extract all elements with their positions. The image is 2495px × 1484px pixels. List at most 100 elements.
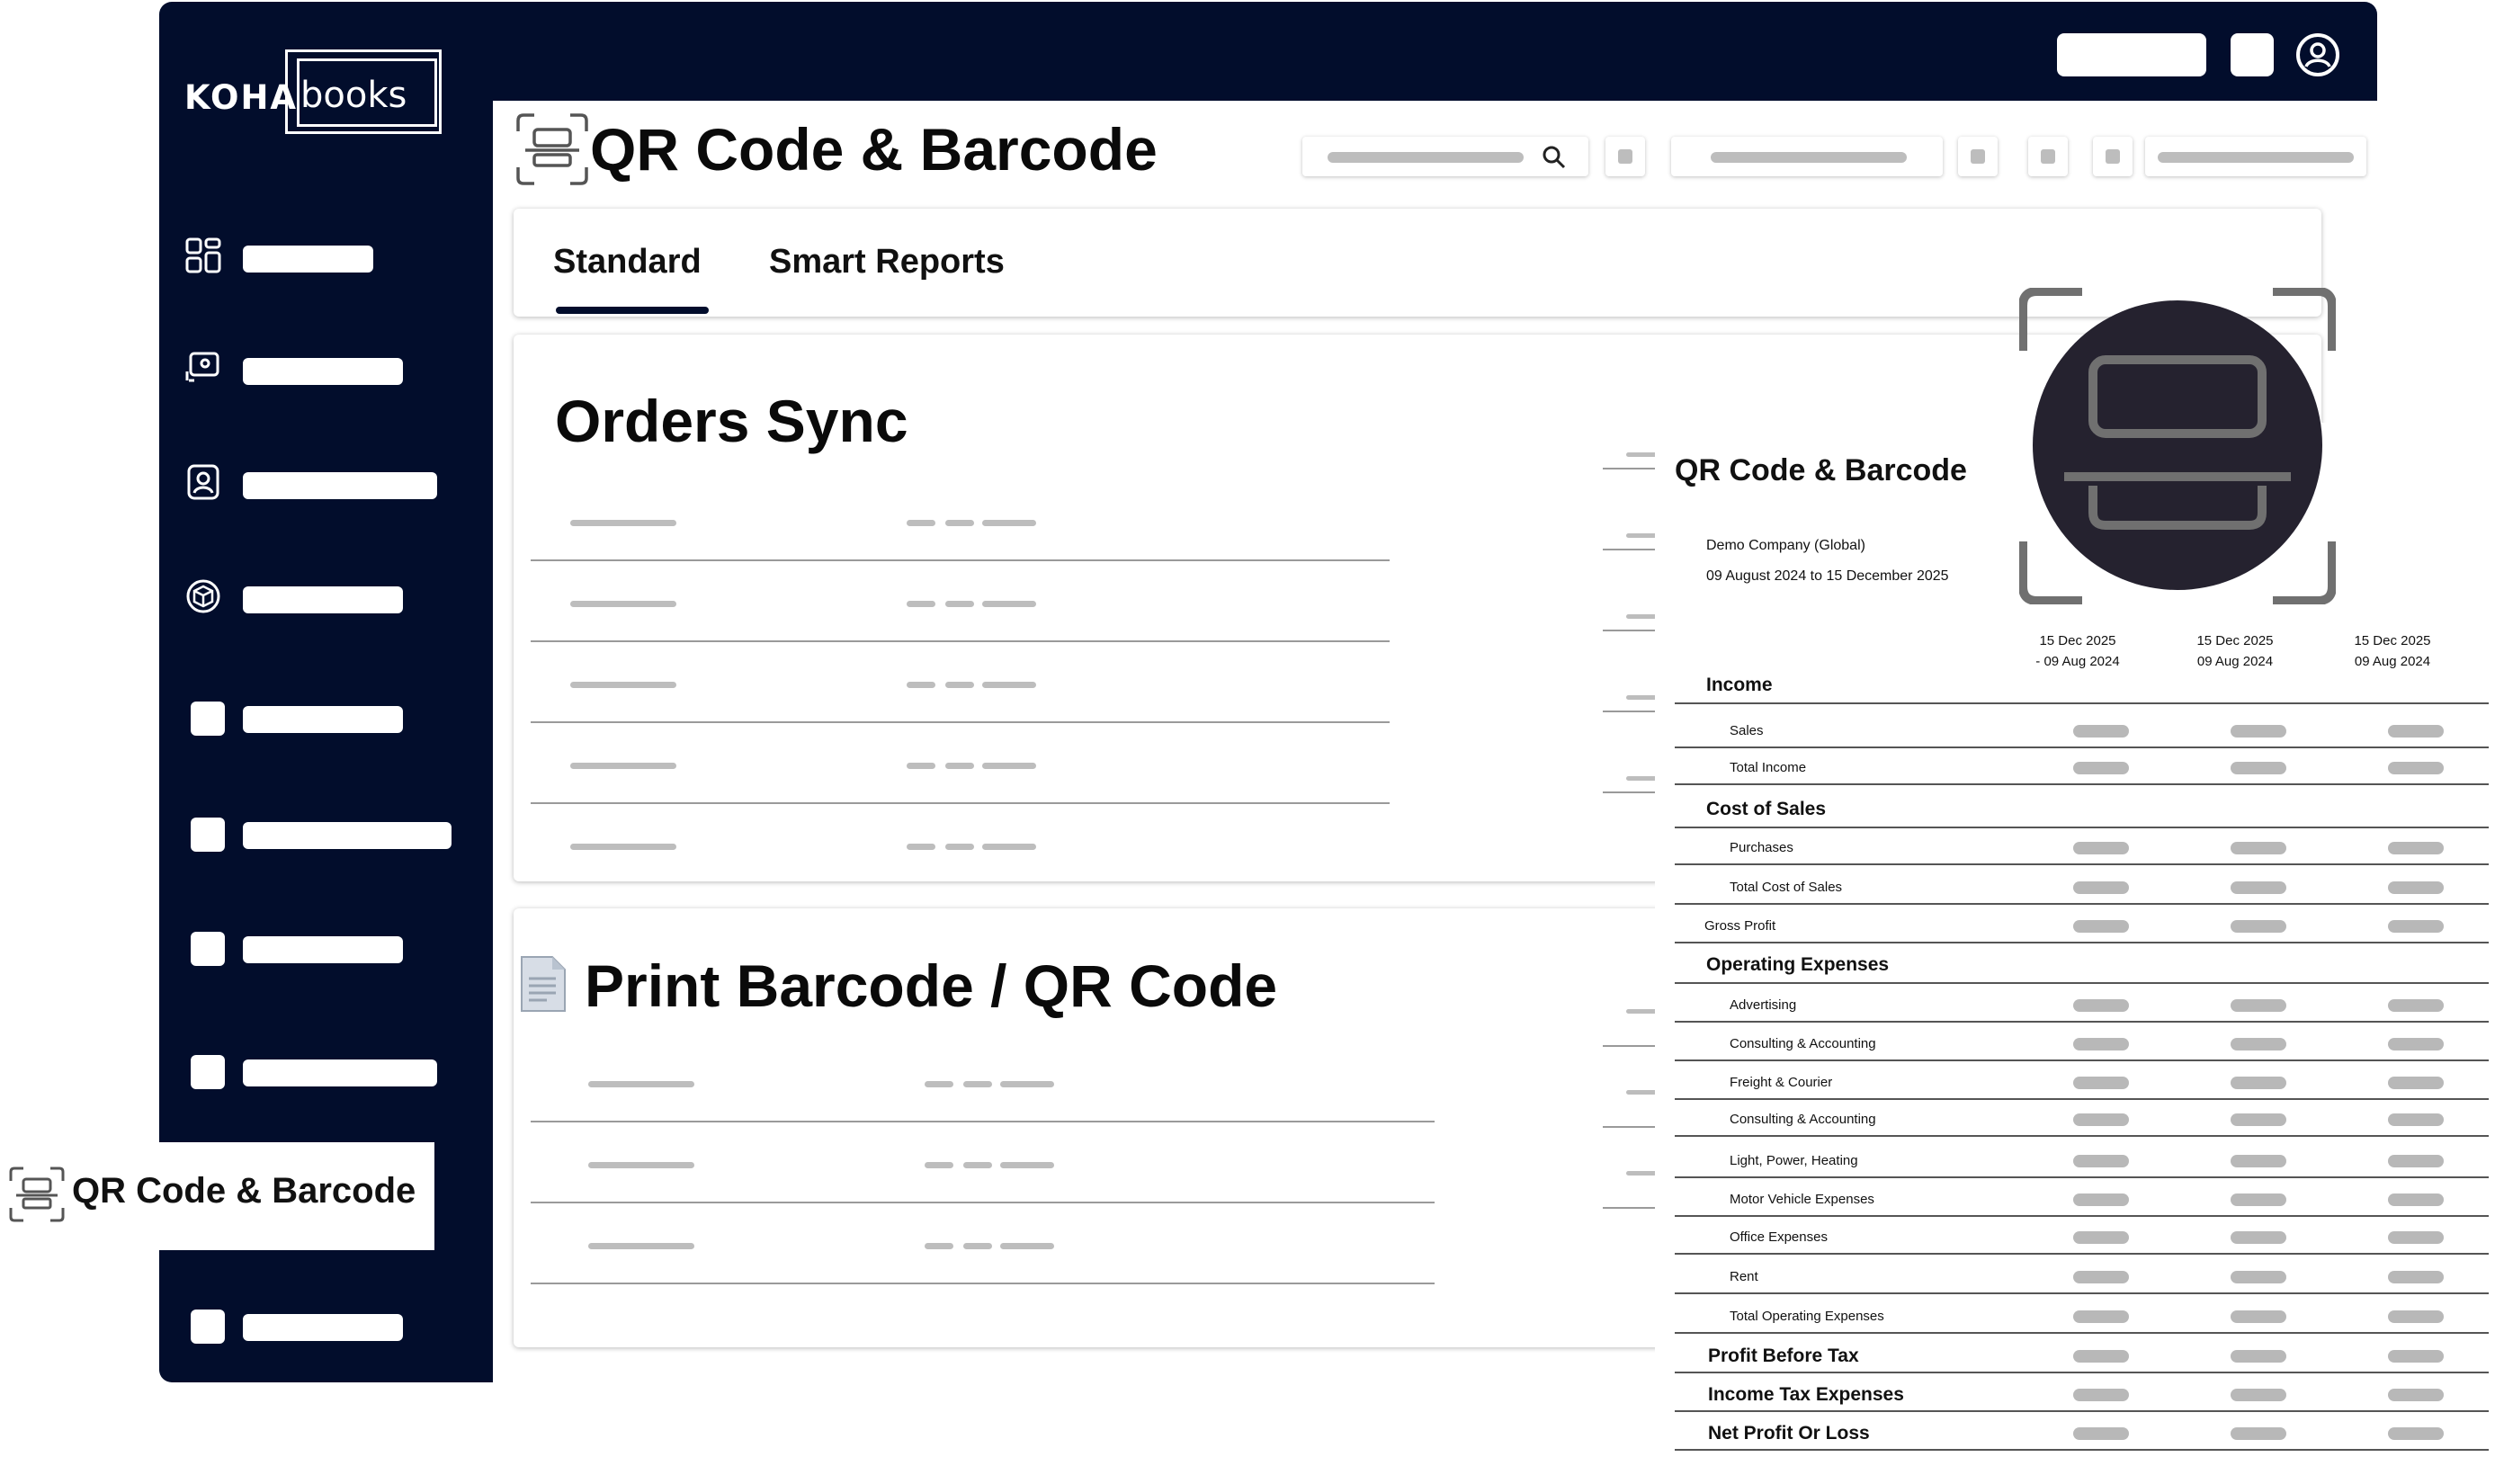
row-fragment	[1626, 614, 1657, 619]
report-period: 09 August 2024 to 15 December 2025	[1706, 568, 1949, 584]
report-value-placeholder	[2073, 1271, 2129, 1283]
report-value-placeholder	[2073, 1310, 2129, 1323]
row-fragment-line	[1603, 549, 1657, 550]
tab-smart-reports[interactable]: Smart Reports	[769, 243, 1005, 282]
sidebar-item-label	[243, 936, 403, 963]
sidebar-active-label[interactable]: QR Code & Barcode	[72, 1171, 416, 1211]
user-icon[interactable]	[2296, 33, 2339, 76]
report-row-label: Light, Power, Heating	[1730, 1153, 1858, 1168]
report-value-placeholder	[2388, 725, 2444, 738]
sidebar-item-label	[243, 1059, 437, 1086]
report-value-placeholder	[2073, 920, 2129, 933]
row-fragment	[1626, 533, 1657, 538]
report-row-divider	[1675, 1410, 2489, 1412]
report-value-placeholder	[2231, 1310, 2286, 1323]
column-date-end: 15 Dec 2025	[2039, 633, 2116, 648]
report-row-divider	[1675, 863, 2489, 865]
report-row-divider	[1675, 1372, 2489, 1373]
toolbar-button[interactable]	[2028, 137, 2068, 176]
top-square-button[interactable]	[2231, 33, 2274, 76]
row-value-placeholder	[982, 601, 1036, 607]
report-value-placeholder	[2231, 1038, 2286, 1050]
row-divider	[531, 1202, 1435, 1203]
report-value-placeholder	[2388, 920, 2444, 933]
row-label-placeholder	[570, 763, 676, 769]
report-row-divider	[1675, 1059, 2489, 1061]
report-value-placeholder	[2231, 842, 2286, 854]
report-value-placeholder	[2388, 1038, 2444, 1050]
sidebar-item-label	[243, 1314, 403, 1341]
tab-standard[interactable]: Standard	[553, 243, 702, 282]
sidebar-item-9[interactable]	[182, 1301, 478, 1345]
active-tab-indicator	[556, 307, 709, 314]
report-value-placeholder	[2388, 762, 2444, 774]
report-row-divider	[1675, 1215, 2489, 1217]
report-row-divider	[1675, 1253, 2489, 1255]
row-value-placeholder	[925, 1081, 953, 1087]
sidebar-item-3[interactable]	[182, 459, 478, 504]
report-row-divider	[1675, 746, 2489, 748]
report-row-label: Motor Vehicle Expenses	[1730, 1192, 1874, 1207]
report-value-placeholder	[2388, 1310, 2444, 1323]
row-fragment	[1626, 776, 1657, 781]
customer-support-icon	[185, 352, 219, 382]
sidebar-item-label	[243, 586, 403, 613]
sidebar-item-4[interactable]	[182, 573, 478, 618]
row-divider	[531, 721, 1390, 723]
row-label-placeholder	[570, 844, 676, 850]
report-value-placeholder	[2073, 1038, 2129, 1050]
report-value-placeholder	[2388, 1350, 2444, 1363]
report-value-placeholder	[2231, 1427, 2286, 1440]
report-row-label: Net Profit Or Loss	[1708, 1423, 1870, 1444]
row-value-placeholder	[907, 763, 935, 769]
report-value-placeholder	[2388, 1271, 2444, 1283]
report-value-placeholder	[2073, 1231, 2129, 1244]
row-value-placeholder	[963, 1243, 992, 1249]
row-value-placeholder	[982, 844, 1036, 850]
row-fragment-line	[1603, 630, 1657, 631]
report-row-divider	[1675, 942, 2489, 943]
row-value-placeholder	[945, 682, 974, 688]
report-value-placeholder	[2231, 999, 2286, 1012]
report-row-label: Cost of Sales	[1706, 799, 1827, 819]
report-row-label: Total Operating Expenses	[1730, 1309, 1884, 1324]
row-value-placeholder	[945, 520, 974, 526]
sidebar-item-6[interactable]	[182, 809, 478, 854]
toolbar-button[interactable]	[1958, 137, 1998, 176]
report-value-placeholder	[2231, 920, 2286, 933]
sidebar-item-8[interactable]	[182, 1046, 478, 1091]
report-row-divider	[1675, 702, 2489, 704]
sidebar-item-2[interactable]	[182, 344, 478, 389]
report-company: Demo Company (Global)	[1706, 538, 1865, 553]
report-row-divider	[1675, 1449, 2489, 1451]
report-value-placeholder	[2073, 881, 2129, 894]
report-value-placeholder	[2073, 1077, 2129, 1089]
toolbar-filter[interactable]	[2145, 137, 2366, 176]
toolbar-filter[interactable]	[1671, 137, 1943, 176]
row-label-placeholder	[588, 1162, 694, 1168]
report-row-label: Income Tax Expenses	[1708, 1384, 1904, 1405]
report-row-label: Income	[1706, 675, 1773, 695]
report-value-placeholder	[2231, 1113, 2286, 1126]
sidebar-item-7[interactable]	[182, 923, 478, 968]
report-row-label: Consulting & Accounting	[1730, 1036, 1876, 1051]
row-divider	[531, 1283, 1435, 1284]
report-value-placeholder	[2073, 1113, 2129, 1126]
row-value-placeholder	[963, 1162, 992, 1168]
sidebar-item-5[interactable]	[182, 693, 478, 738]
section-title-print-barcode: Print Barcode / QR Code	[585, 952, 1278, 1019]
top-action-button[interactable]	[2057, 33, 2206, 76]
report-title: QR Code & Barcode	[1675, 453, 1967, 487]
toolbar-button[interactable]	[2093, 137, 2133, 176]
report-value-placeholder	[2388, 999, 2444, 1012]
report-row-divider	[1675, 1332, 2489, 1334]
sidebar-item-1[interactable]	[182, 232, 478, 277]
row-label-placeholder	[570, 601, 676, 607]
row-label-placeholder	[570, 682, 676, 688]
search-input[interactable]	[1302, 137, 1588, 176]
row-value-placeholder	[982, 682, 1036, 688]
section-title-orders-sync: Orders Sync	[555, 388, 908, 454]
report-row-divider	[1675, 1021, 2489, 1023]
toolbar-button[interactable]	[1605, 137, 1645, 176]
row-fragment-line	[1603, 791, 1657, 793]
